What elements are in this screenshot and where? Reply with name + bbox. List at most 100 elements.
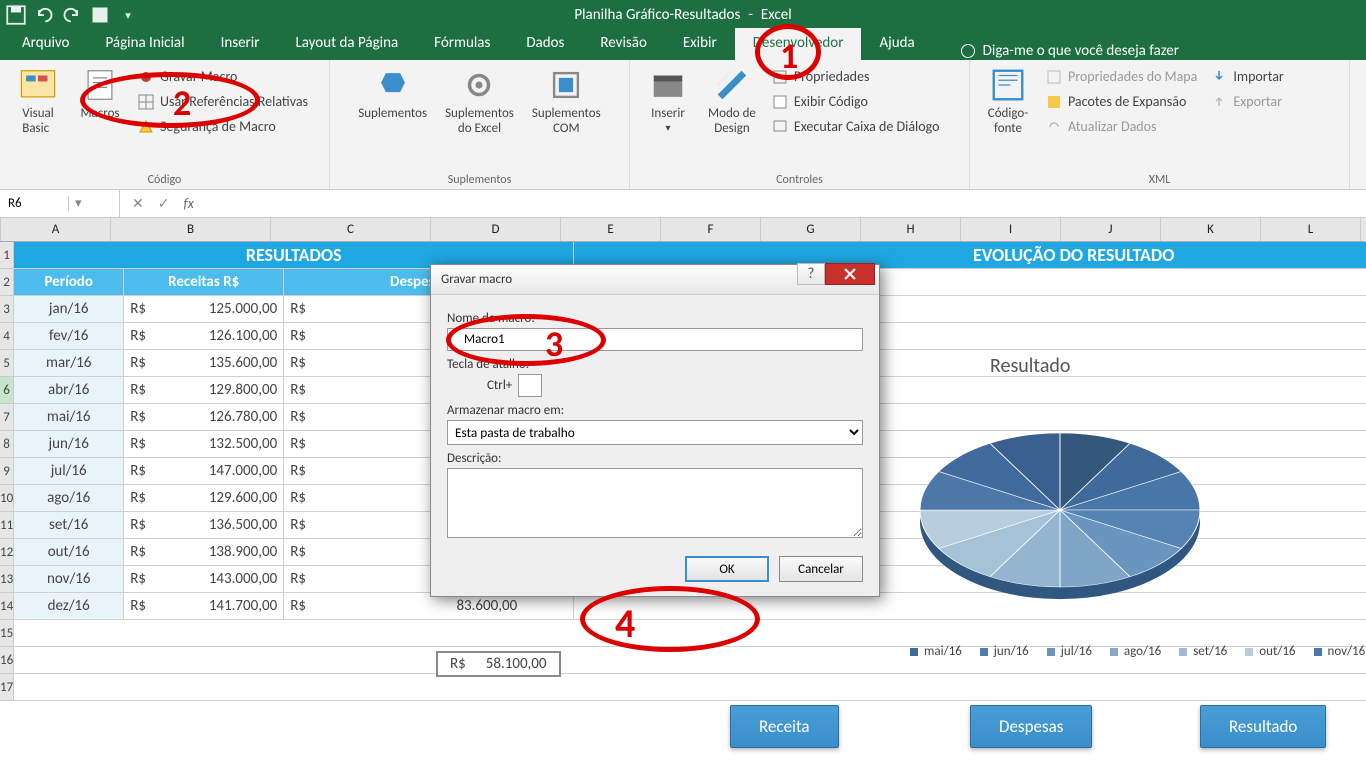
cell[interactable]: R$135.600,00 bbox=[124, 350, 284, 376]
tab-layout[interactable]: Layout da Página bbox=[277, 28, 416, 60]
cell[interactable]: nov/16 bbox=[14, 566, 124, 592]
accept-formula-icon[interactable]: ✓ bbox=[158, 195, 170, 212]
save2-icon[interactable] bbox=[90, 5, 110, 25]
referencias-relativas-button[interactable]: Usar Referências Relativas bbox=[134, 91, 312, 112]
row-header-14[interactable]: 14 bbox=[0, 593, 14, 620]
dialog-title[interactable]: Gravar macro ? bbox=[431, 265, 879, 295]
tab-revisao[interactable]: Revisão bbox=[582, 28, 664, 60]
qat-dropdown-icon[interactable]: ▾ bbox=[118, 5, 138, 25]
cell[interactable]: R$136.500,00 bbox=[124, 512, 284, 538]
cell[interactable]: R$143.000,00 bbox=[124, 566, 284, 592]
col-J[interactable]: J bbox=[1061, 218, 1161, 241]
receita-button[interactable]: Receita bbox=[730, 705, 839, 748]
tab-formulas[interactable]: Fórmulas bbox=[416, 28, 508, 60]
exportar-button[interactable]: Exportar bbox=[1207, 91, 1287, 112]
cell[interactable]: jul/16 bbox=[14, 458, 124, 484]
executar-dialogo-button[interactable]: Executar Caixa de Diálogo bbox=[768, 116, 944, 137]
codigo-fonte-button[interactable]: Código- fonte bbox=[980, 64, 1036, 138]
name-box[interactable]: ▾ bbox=[0, 190, 120, 217]
row-header-7[interactable]: 7 bbox=[0, 404, 14, 431]
cell[interactable]: R$126.100,00 bbox=[124, 323, 284, 349]
pacotes-expansao-button[interactable]: Pacotes de Expansão bbox=[1042, 91, 1201, 112]
despesas-button[interactable]: Despesas bbox=[970, 705, 1092, 748]
tab-desenvolvedor[interactable]: Desenvolvedor bbox=[735, 28, 862, 60]
row-header-6[interactable]: 6 bbox=[0, 377, 14, 404]
cell[interactable]: out/16 bbox=[14, 539, 124, 565]
name-box-input[interactable] bbox=[8, 196, 68, 211]
suplementos-excel-button[interactable]: Suplementos do Excel bbox=[439, 64, 520, 138]
col-A[interactable]: A bbox=[1, 218, 111, 241]
col-M[interactable]: M bbox=[1361, 218, 1366, 241]
description-input[interactable] bbox=[447, 468, 863, 538]
tellme[interactable]: Diga-me o que você deseja fazer bbox=[933, 42, 1179, 60]
macros-button[interactable]: Macros bbox=[72, 64, 128, 123]
row-header-10[interactable]: 10 bbox=[0, 485, 14, 512]
store-select[interactable]: Esta pasta de trabalho bbox=[447, 420, 863, 445]
cell[interactable]: R$141.700,00 bbox=[124, 593, 284, 619]
cell[interactable]: jun/16 bbox=[14, 431, 124, 457]
row-header-16[interactable]: 16 bbox=[0, 647, 14, 674]
cell[interactable]: Receitas R$ bbox=[124, 269, 284, 295]
row-header-15[interactable]: 15 bbox=[0, 620, 14, 647]
row-header-5[interactable]: 5 bbox=[0, 350, 14, 377]
dialog-help-button[interactable]: ? bbox=[797, 263, 825, 285]
atualizar-dados-button[interactable]: Atualizar Dados bbox=[1042, 116, 1201, 137]
pie-chart[interactable] bbox=[910, 400, 1210, 610]
col-C[interactable]: C bbox=[271, 218, 431, 241]
row-header-12[interactable]: 12 bbox=[0, 539, 14, 566]
dialog-close-button[interactable] bbox=[825, 263, 875, 285]
cell[interactable]: fev/16 bbox=[14, 323, 124, 349]
row-header-3[interactable]: 3 bbox=[0, 296, 14, 323]
cell[interactable]: mai/16 bbox=[14, 404, 124, 430]
col-G[interactable]: G bbox=[761, 218, 861, 241]
col-E[interactable]: E bbox=[561, 218, 661, 241]
col-D[interactable]: D bbox=[431, 218, 561, 241]
cell[interactable]: R$129.600,00 bbox=[124, 485, 284, 511]
cell[interactable]: R$129.800,00 bbox=[124, 377, 284, 403]
ok-button[interactable]: OK bbox=[685, 556, 769, 582]
tab-pagina-inicial[interactable]: Página Inicial bbox=[87, 28, 202, 60]
col-L[interactable]: L bbox=[1261, 218, 1361, 241]
row-header-2[interactable]: 2 bbox=[0, 269, 14, 296]
row-header-17[interactable]: 17 bbox=[0, 674, 14, 701]
fx-icon[interactable]: fx bbox=[183, 195, 193, 212]
col-F[interactable]: F bbox=[661, 218, 761, 241]
shortcut-input[interactable] bbox=[518, 374, 542, 397]
save-icon[interactable] bbox=[6, 5, 26, 25]
suplementos-com-button[interactable]: Suplementos COM bbox=[526, 64, 607, 138]
col-I[interactable]: I bbox=[961, 218, 1061, 241]
cell[interactable]: R$147.000,00 bbox=[124, 458, 284, 484]
row-header-13[interactable]: 13 bbox=[0, 566, 14, 593]
cell[interactable]: R$138.900,00 bbox=[124, 539, 284, 565]
cell[interactable]: ago/16 bbox=[14, 485, 124, 511]
cell[interactable]: set/16 bbox=[14, 512, 124, 538]
cancel-formula-icon[interactable]: ✕ bbox=[132, 195, 144, 212]
cancel-button[interactable]: Cancelar bbox=[779, 556, 863, 582]
suplementos-button[interactable]: Suplementos bbox=[352, 64, 433, 123]
gravar-macro-button[interactable]: Gravar Macro bbox=[134, 66, 312, 87]
row-header-11[interactable]: 11 bbox=[0, 512, 14, 539]
cell[interactable]: abr/16 bbox=[14, 377, 124, 403]
col-K[interactable]: K bbox=[1161, 218, 1261, 241]
cell[interactable]: Período bbox=[14, 269, 124, 295]
row-header-9[interactable]: 9 bbox=[0, 458, 14, 485]
prop-mapa-button[interactable]: Propriedades do Mapa bbox=[1042, 66, 1201, 87]
cell[interactable]: R$126.780,00 bbox=[124, 404, 284, 430]
macro-name-input[interactable] bbox=[447, 328, 863, 351]
redo-icon[interactable] bbox=[62, 5, 82, 25]
col-B[interactable]: B bbox=[111, 218, 271, 241]
namebox-dropdown-icon[interactable]: ▾ bbox=[68, 196, 82, 211]
inserir-controle-button[interactable]: Inserir▾ bbox=[640, 64, 696, 136]
cell[interactable]: R$125.000,00 bbox=[124, 296, 284, 322]
cell[interactable]: dez/16 bbox=[14, 593, 124, 619]
cell[interactable]: jan/16 bbox=[14, 296, 124, 322]
seguranca-macro-button[interactable]: Segurança de Macro bbox=[134, 116, 312, 137]
exibir-codigo-button[interactable]: Exibir Código bbox=[768, 91, 944, 112]
resultado-button[interactable]: Resultado bbox=[1200, 705, 1326, 748]
propriedades-button[interactable]: Propriedades bbox=[768, 66, 944, 87]
col-H[interactable]: H bbox=[861, 218, 961, 241]
undo-icon[interactable] bbox=[34, 5, 54, 25]
cell[interactable]: mar/16 bbox=[14, 350, 124, 376]
tab-inserir[interactable]: Inserir bbox=[203, 28, 278, 60]
tab-exibir[interactable]: Exibir bbox=[665, 28, 735, 60]
